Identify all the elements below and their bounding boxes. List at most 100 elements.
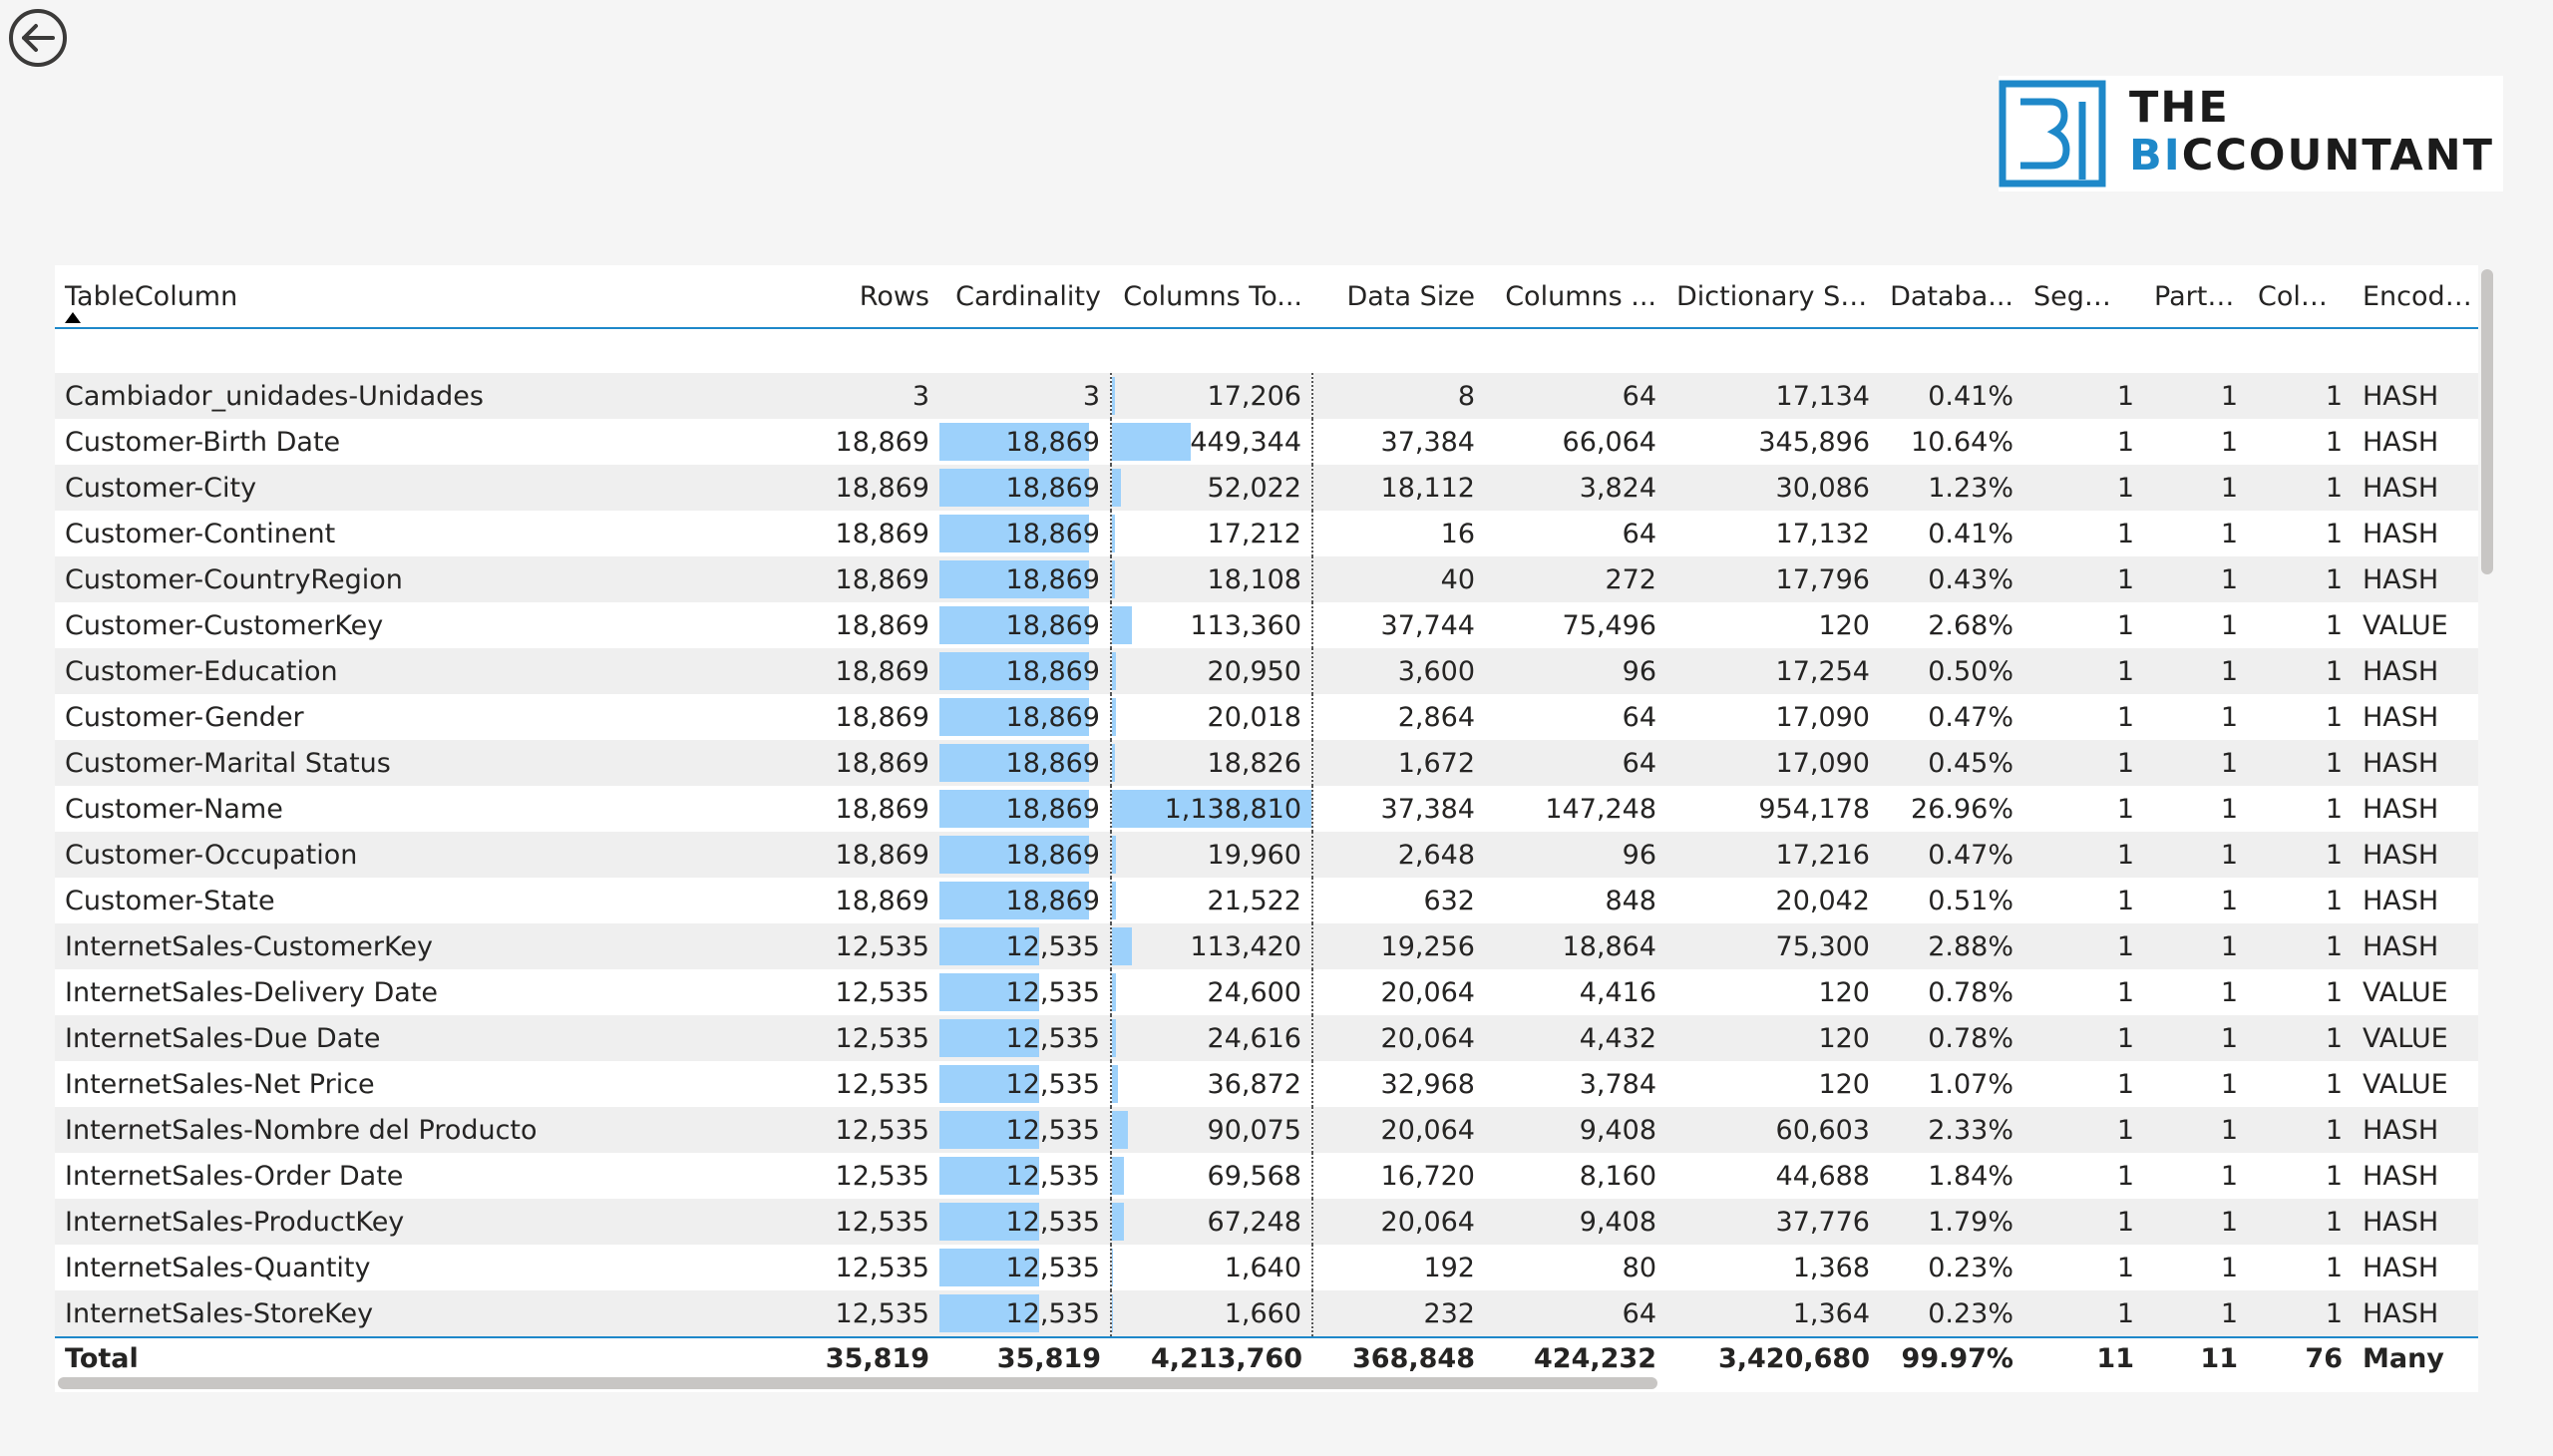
- table-row[interactable]: InternetSales-Net Price 12,535 12,535 36,87…: [55, 1061, 2478, 1107]
- column-header-encoding[interactable]: Encoding: [2353, 265, 2478, 328]
- table-row[interactable]: Customer-CustomerKey 18,869 18,869 113,360 3…: [55, 602, 2478, 648]
- table-cell-parti: 1: [2144, 1245, 2248, 1290]
- column-header-segments[interactable]: Segm...: [2023, 265, 2144, 328]
- column-header-partitions[interactable]: Parti...: [2144, 265, 2248, 328]
- table-cell-segm: 1: [2023, 419, 2144, 465]
- table-cell-columns: 9,408: [1485, 1107, 1666, 1153]
- table-row[interactable]: InternetSales-ProductKey 12,535 12,535 67,2…: [55, 1199, 2478, 1245]
- table-cell-databa: 2.88%: [1880, 923, 2023, 969]
- table-cell-databa: 0.45%: [1880, 740, 2023, 786]
- table-cell-rows: 18,869: [749, 556, 939, 602]
- table-cell-segm: 1: [2023, 740, 2144, 786]
- table-cell-columns: 848: [1485, 878, 1666, 923]
- table-row[interactable]: InternetSales-CustomerKey 12,535 12,535 113…: [55, 923, 2478, 969]
- table-cell-cardinality: 12,535: [939, 1290, 1112, 1337]
- table-cell-columns: 4,432: [1485, 1015, 1666, 1061]
- back-button[interactable]: [7, 7, 69, 69]
- table-row[interactable]: InternetSales-Quantity 12,535 12,535 1,640 1…: [55, 1245, 2478, 1290]
- logo-line-1: THE: [2129, 83, 2230, 133]
- table-cell-cardinality: 18,869: [939, 419, 1112, 465]
- horizontal-scrollbar[interactable]: [58, 1377, 1657, 1389]
- columns-total-size-data-bar: [1112, 560, 1116, 598]
- table-row[interactable]: Cambiador_unidades-Unidades 3 3 17,206 8 64 17…: [55, 373, 2478, 419]
- table-cell-tablecolumn: InternetSales-CustomerKey: [55, 923, 749, 969]
- column-header-columns-hierarchy-size[interactable]: Columns ...: [1485, 265, 1666, 328]
- table-cell-colu: 1: [2248, 648, 2353, 694]
- table-cell-segm: 1: [2023, 1245, 2144, 1290]
- table-cell-rows: 12,535: [749, 1061, 939, 1107]
- columns-total-size-data-bar: [1112, 423, 1191, 461]
- column-header-database-size-pct[interactable]: Databa...: [1880, 265, 2023, 328]
- table-cell-parti: 1: [2144, 465, 2248, 511]
- table-row[interactable]: Customer-Education 18,869 18,869 20,950 3,60…: [55, 648, 2478, 694]
- table-cell-colu: 1: [2248, 373, 2353, 419]
- table-cell-rows: 18,869: [749, 419, 939, 465]
- table-row[interactable]: Customer-CountryRegion 18,869 18,869 18,108…: [55, 556, 2478, 602]
- table-row[interactable]: Customer-Name 18,869 18,869 1,138,810 37,384…: [55, 786, 2478, 832]
- table-cell-data-size: 192: [1312, 1245, 1485, 1290]
- table-cell-tablecolumn: Customer-Marital Status: [55, 740, 749, 786]
- table-row[interactable]: InternetSales-Nombre del Producto 12,535 1…: [55, 1107, 2478, 1153]
- column-header-cardinality[interactable]: Cardinality: [939, 265, 1111, 328]
- columns-total-size-data-bar: [1112, 698, 1116, 736]
- table-cell-columns: 66,064: [1485, 419, 1666, 465]
- table-cell-columns-to: 36,872: [1111, 1061, 1313, 1107]
- table-cell-dictionary-size: 75,300: [1666, 923, 1880, 969]
- table-row[interactable]: Customer-City 18,869 18,869 52,022 18,112 3,8…: [55, 465, 2478, 511]
- table-cell-databa: 0.47%: [1880, 694, 2023, 740]
- table-cell-encoding: HASH: [2353, 1199, 2478, 1245]
- back-arrow-icon: [9, 9, 67, 67]
- column-header-dictionary-size[interactable]: Dictionary Size: [1666, 265, 1880, 328]
- table-body: Cambiador_unidades-Unidades 3 3 17,206 8 64 17…: [55, 373, 2478, 1337]
- total-value: 11: [2023, 1336, 2144, 1378]
- table-cell-dictionary-size: 120: [1666, 1015, 1880, 1061]
- table-row[interactable]: Customer-Continent 18,869 18,869 17,212 16 64…: [55, 511, 2478, 556]
- table-cell-rows: 12,535: [749, 1015, 939, 1061]
- table-row[interactable]: InternetSales-Due Date 12,535 12,535 24,616…: [55, 1015, 2478, 1061]
- table-row[interactable]: Customer-Occupation 18,869 18,869 19,960 2,6…: [55, 832, 2478, 878]
- column-header-data-size[interactable]: Data Size: [1312, 265, 1485, 328]
- table-cell-encoding: HASH: [2353, 740, 2478, 786]
- columns-total-size-data-bar: [1112, 744, 1116, 782]
- table-cell-encoding: VALUE: [2353, 1061, 2478, 1107]
- table-cell-databa: 0.23%: [1880, 1290, 2023, 1337]
- table-cell-colu: 1: [2248, 511, 2353, 556]
- columns-total-size-data-bar: [1112, 469, 1122, 507]
- sort-ascending-icon[interactable]: [65, 312, 81, 323]
- table-cell-columns: 64: [1485, 511, 1666, 556]
- table-cell-segm: 1: [2023, 1153, 2144, 1199]
- table-cell-parti: 1: [2144, 648, 2248, 694]
- table-cell-columns-to: 90,075: [1111, 1107, 1313, 1153]
- table-row[interactable]: Customer-Birth Date 18,869 18,869 449,344 37…: [55, 419, 2478, 465]
- table-cell-databa: 0.78%: [1880, 1015, 2023, 1061]
- table-cell-data-size: 37,384: [1312, 419, 1485, 465]
- table-cell-encoding: HASH: [2353, 511, 2478, 556]
- table-row[interactable]: Customer-Marital Status 18,869 18,869 18,82…: [55, 740, 2478, 786]
- table-row[interactable]: InternetSales-StoreKey 12,535 12,535 1,660 2…: [55, 1290, 2478, 1337]
- columns-total-size-data-bar: [1112, 1157, 1125, 1195]
- table-cell-encoding: HASH: [2353, 419, 2478, 465]
- table-row[interactable]: Customer-State 18,869 18,869 21,522 632 848 20…: [55, 878, 2478, 923]
- table-cell-rows: 3: [749, 373, 939, 419]
- table-row[interactable]: InternetSales-Delivery Date 12,535 12,535 2…: [55, 969, 2478, 1015]
- table-cell-data-size: 16: [1312, 511, 1485, 556]
- table-row[interactable]: InternetSales-Order Date 12,535 12,535 69,5…: [55, 1153, 2478, 1199]
- table-row[interactable]: Customer-Gender 18,869 18,869 20,018 2,864 64…: [55, 694, 2478, 740]
- column-header-rows[interactable]: Rows: [749, 265, 939, 328]
- table-cell-databa: 1.79%: [1880, 1199, 2023, 1245]
- vertical-scrollbar[interactable]: [2481, 269, 2493, 574]
- columns-total-size-data-bar: [1112, 1203, 1124, 1241]
- table-cell-dictionary-size: 17,216: [1666, 832, 1880, 878]
- table-cell-parti: 1: [2144, 1199, 2248, 1245]
- columns-total-size-data-bar: [1112, 973, 1117, 1011]
- table-cell-tablecolumn: Customer-Birth Date: [55, 419, 749, 465]
- column-header-columns[interactable]: Colu...: [2248, 265, 2353, 328]
- column-header-columns-total-size[interactable]: Columns To...: [1111, 265, 1312, 328]
- table-cell-tablecolumn: Customer-City: [55, 465, 749, 511]
- vertipaq-table-visual: TableColumn Rows Cardinality Columns To.…: [55, 265, 2478, 1392]
- columns-total-size-data-bar: [1112, 1111, 1128, 1149]
- table-cell-cardinality: 12,535: [939, 969, 1112, 1015]
- column-header-tablecolumn[interactable]: TableColumn: [55, 265, 749, 328]
- table-cell-encoding: HASH: [2353, 878, 2478, 923]
- table-cell-databa: 0.43%: [1880, 556, 2023, 602]
